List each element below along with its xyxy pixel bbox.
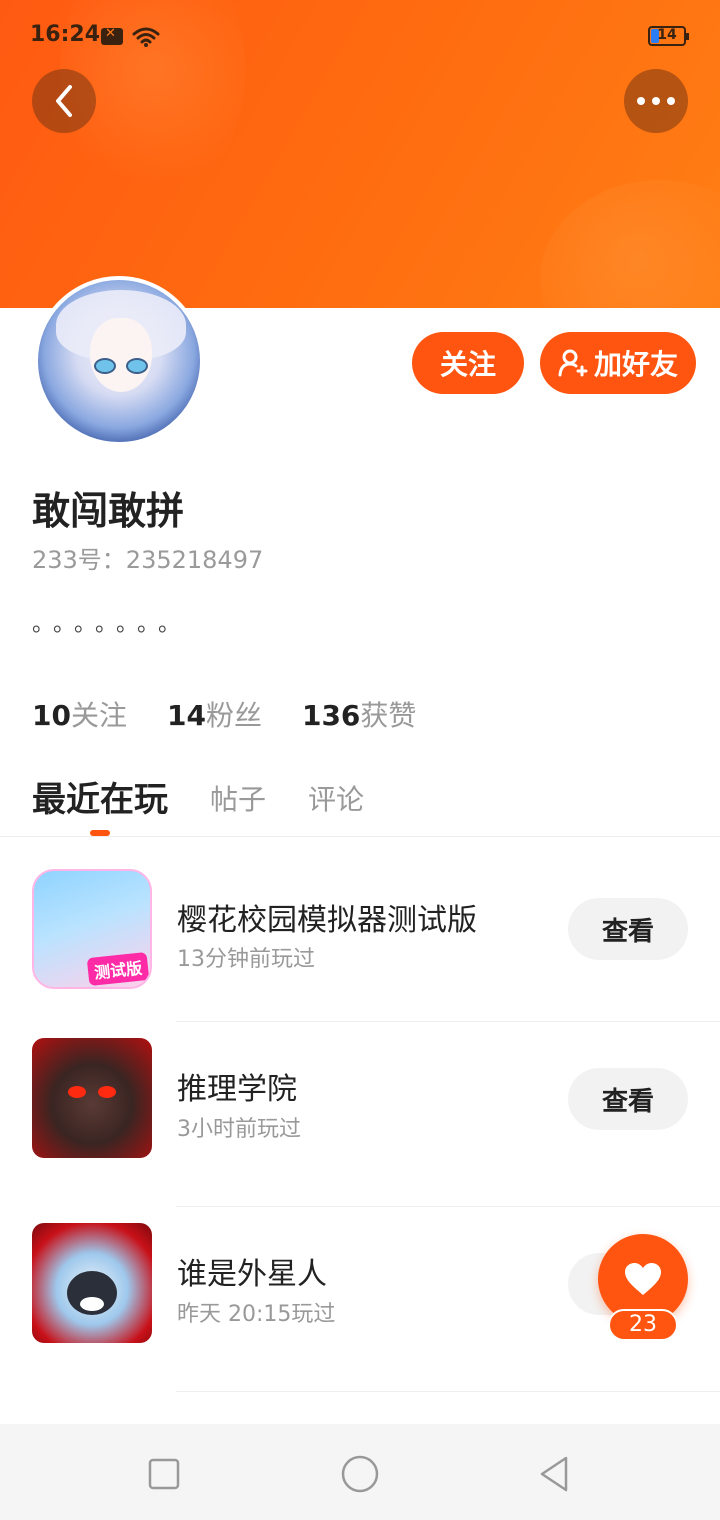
more-dots-icon <box>637 97 675 105</box>
game-last-played: 3小时前玩过 <box>177 1117 301 1142</box>
stat-following[interactable]: 10关注 <box>32 694 127 734</box>
like-count-badge: 23 <box>608 1309 678 1341</box>
stat-likes: 136获赞 <box>302 694 416 734</box>
game-title: 推理学院 <box>177 1072 297 1107</box>
add-friend-label: 加好友 <box>593 348 678 381</box>
profile-tabs: 最近在玩 帖子 评论 <box>32 770 406 836</box>
stat-following-label: 关注 <box>70 699 127 732</box>
chevron-left-icon <box>56 85 72 117</box>
follow-button[interactable]: 关注 <box>412 332 524 394</box>
avatar[interactable] <box>34 276 204 446</box>
stat-likes-count: 136 <box>301 699 361 732</box>
wifi-icon <box>132 27 160 47</box>
game-icon[interactable] <box>32 1223 152 1343</box>
view-button[interactable]: 查看 <box>568 1068 688 1130</box>
back-icon[interactable] <box>536 1454 576 1494</box>
tab-recently-played[interactable]: 最近在玩 <box>32 770 168 821</box>
user-id: 233号：235218497 <box>32 546 264 574</box>
game-title: 樱花校园模拟器测试版 <box>177 903 477 938</box>
icon-badge: 测试版 <box>86 951 150 987</box>
game-icon[interactable]: 测试版 <box>32 869 152 989</box>
list-item[interactable]: 推理学院 3小时前玩过 查看 <box>0 1022 720 1207</box>
sim-off-icon <box>101 26 123 45</box>
user-bio: 。。。。。。。 <box>32 612 191 637</box>
game-icon[interactable] <box>32 1038 152 1158</box>
status-time: 16:24 <box>30 22 101 47</box>
user-name: 敢闯敢拼 <box>32 489 185 533</box>
system-nav-bar <box>0 1424 720 1520</box>
tab-comments[interactable]: 评论 <box>308 770 364 818</box>
stat-fans-count: 14 <box>166 699 206 732</box>
home-icon[interactable] <box>340 1454 380 1494</box>
status-bar: 16:24 14 <box>0 0 720 72</box>
recent-apps-icon[interactable] <box>144 1454 184 1494</box>
more-options-button[interactable] <box>624 69 688 133</box>
add-friend-button[interactable]: 加好友 <box>540 332 696 394</box>
view-button[interactable]: 查看 <box>568 898 688 960</box>
stat-following-count: 10 <box>32 699 71 732</box>
game-last-played: 13分钟前玩过 <box>177 947 315 972</box>
profile-stats: 10关注 14粉丝 136获赞 <box>32 694 416 734</box>
add-user-icon <box>558 349 588 377</box>
game-last-played: 昨天 20:15玩过 <box>177 1302 336 1327</box>
tab-posts[interactable]: 帖子 <box>210 770 266 818</box>
heart-icon <box>625 1263 661 1295</box>
back-button[interactable] <box>32 69 96 133</box>
game-title: 谁是外星人 <box>177 1257 327 1292</box>
stat-likes-label: 获赞 <box>360 699 417 732</box>
follow-label: 关注 <box>439 348 496 381</box>
row-divider <box>176 1391 720 1392</box>
battery-icon: 14 <box>648 26 689 46</box>
stat-fans-label: 粉丝 <box>205 699 262 732</box>
list-item[interactable]: 测试版 樱花校园模拟器测试版 13分钟前玩过 查看 <box>0 837 720 1022</box>
battery-level: 14 <box>657 27 677 43</box>
stat-fans[interactable]: 14粉丝 <box>167 694 262 734</box>
